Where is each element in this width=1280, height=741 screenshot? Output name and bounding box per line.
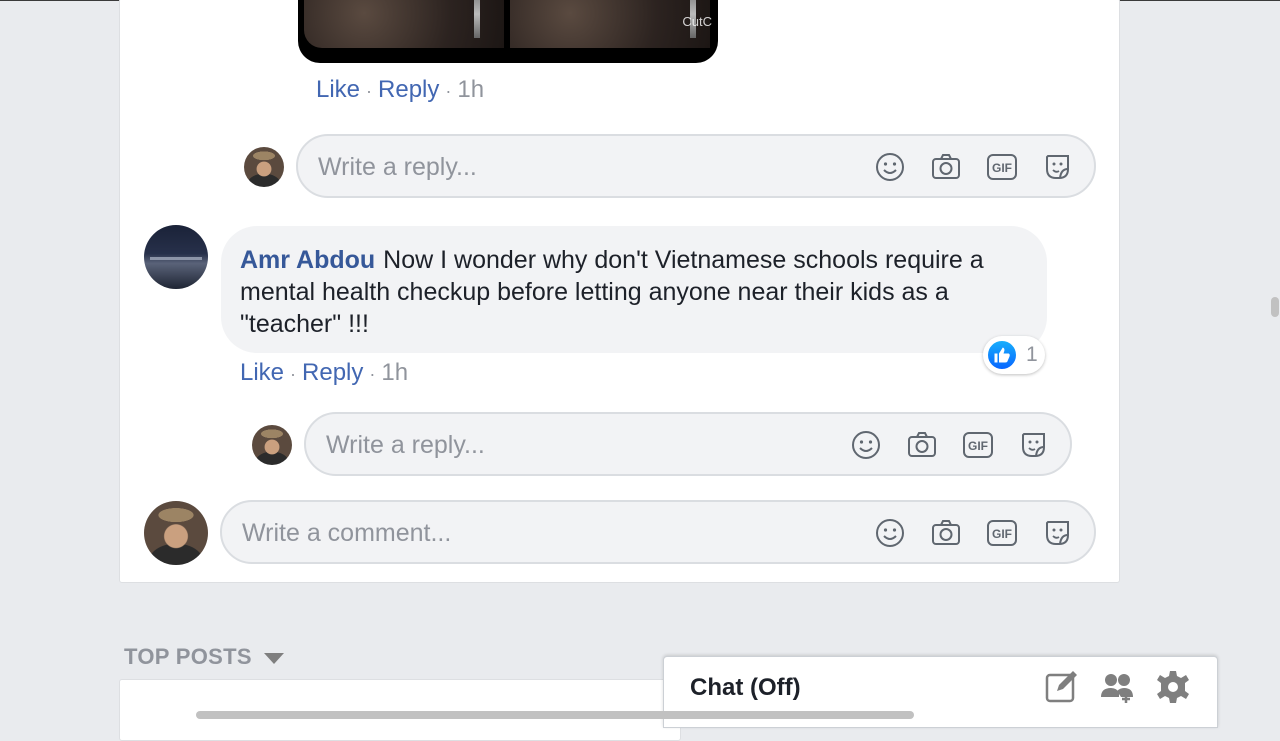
camera-icon[interactable] [930,151,962,183]
sticker-icon[interactable] [1018,429,1050,461]
comment-timestamp[interactable]: 1h [457,76,484,103]
reply-placeholder: Write a reply... [326,431,485,459]
reply-placeholder: Write a reply... [318,153,477,181]
comment-input[interactable]: Write a comment... GIF [220,500,1096,564]
current-user-avatar[interactable] [252,425,292,465]
svg-text:GIF: GIF [992,527,1012,541]
comment-body: Amr Abdou Now I wonder why don't Vietname… [240,244,1040,340]
emoji-icon[interactable] [850,429,882,461]
comment-timestamp[interactable]: 1h [381,359,408,386]
comment-bubble: Amr Abdou Now I wonder why don't Vietname… [221,226,1047,353]
gif-icon[interactable]: GIF [986,151,1018,183]
svg-text:GIF: GIF [968,439,988,453]
comment-actions: Like · Reply · 1h [316,76,485,103]
reaction-count: 1 [1026,343,1038,366]
current-user-avatar[interactable] [244,147,284,187]
reply-link[interactable]: Reply [302,359,363,386]
emoji-icon[interactable] [874,517,906,549]
compose-icon[interactable] [1043,669,1079,705]
camera-icon[interactable] [906,429,938,461]
top-posts-header[interactable]: TOP POSTS [124,644,284,670]
reply-input[interactable]: Write a reply... GIF [304,412,1072,476]
gif-icon[interactable]: GIF [962,429,994,461]
comment-author[interactable]: Amr Abdou [240,246,375,274]
caret-down-icon[interactable] [263,652,284,664]
group-icon[interactable] [1099,669,1135,705]
gif-icon[interactable]: GIF [986,517,1018,549]
reply-input[interactable]: Write a reply... GIF [296,134,1096,198]
horizontal-scrollbar-thumb[interactable] [196,711,914,719]
like-icon [986,339,1018,371]
reaction-summary[interactable]: 1 [983,336,1045,374]
svg-text:GIF: GIF [992,161,1012,175]
gear-icon[interactable] [1155,669,1191,705]
vertical-scrollbar-thumb[interactable] [1271,297,1279,317]
comment-media-image[interactable]: CutC [298,0,718,63]
next-post-card [119,679,681,741]
sticker-icon[interactable] [1042,151,1074,183]
current-user-avatar-large[interactable] [144,501,208,565]
media-watermark: CutC [682,14,712,29]
comment-actions: Like · Reply · 1h [240,359,409,386]
like-link[interactable]: Like [316,76,360,103]
comment-placeholder: Write a comment... [242,519,452,547]
sticker-icon[interactable] [1042,517,1074,549]
emoji-icon[interactable] [874,151,906,183]
reply-link[interactable]: Reply [378,76,439,103]
camera-icon[interactable] [930,517,962,549]
chat-title[interactable]: Chat (Off) [690,674,801,702]
like-link[interactable]: Like [240,359,284,386]
top-posts-label: TOP POSTS [124,644,252,669]
commenter-avatar[interactable] [144,225,208,289]
